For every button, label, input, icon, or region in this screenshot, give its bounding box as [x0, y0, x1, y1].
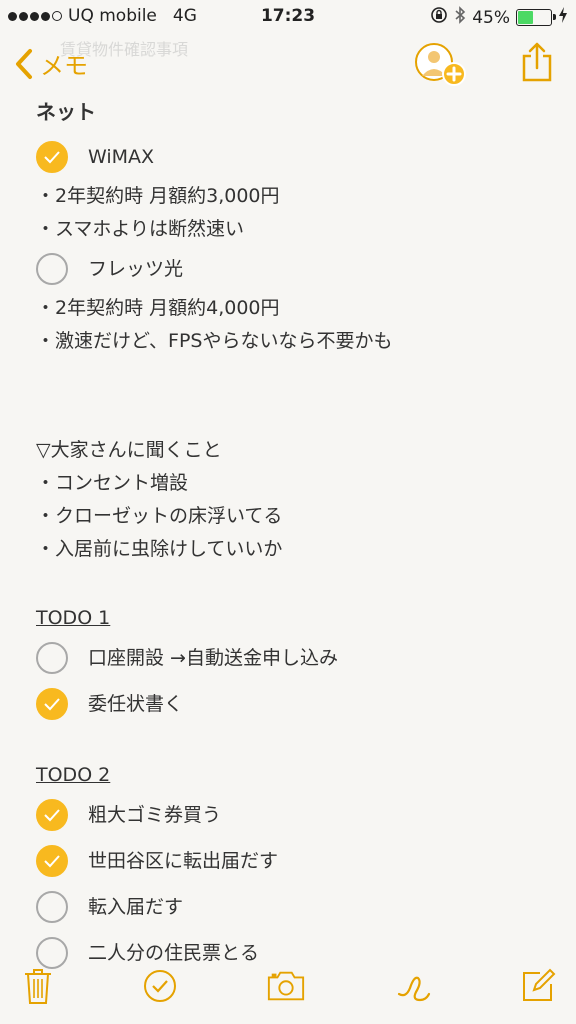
checkmark-icon — [44, 809, 60, 822]
note-body[interactable]: ネット WiMAX ・2年契約時 月額約3,000円 ・スマホよりは断然速い フ… — [36, 96, 552, 976]
checklist-item[interactable]: 委任状書く — [36, 681, 552, 727]
compose-icon — [523, 968, 556, 1001]
checklist-item-text: 委任状書く — [88, 692, 184, 715]
checkbox-unchecked[interactable] — [36, 891, 68, 923]
checkbox-checked[interactable] — [36, 845, 68, 877]
sketch-button[interactable] — [394, 964, 434, 1008]
todo1-title: TODO 1 — [36, 607, 111, 629]
checkbox-checked[interactable] — [36, 141, 68, 173]
todo2-title: TODO 2 — [36, 764, 111, 786]
back-label: メモ — [40, 52, 88, 80]
camera-icon — [267, 971, 305, 1001]
checklist-item[interactable]: 粗大ゴミ券買う — [36, 792, 552, 838]
note-line: ・クローゼットの床浮いてる — [36, 505, 283, 527]
checklist-button[interactable] — [140, 964, 180, 1008]
status-right: 45% — [430, 6, 568, 29]
checklist-item[interactable]: フレッツ光 — [36, 246, 552, 292]
bluetooth-icon — [454, 6, 466, 29]
note-line: ・2年契約時 月額約4,000円 — [36, 297, 280, 319]
chevron-left-icon — [16, 48, 32, 79]
checklist-item-text: 口座開設 →自動送金申し込み — [88, 646, 338, 669]
add-person-icon — [415, 43, 466, 86]
status-bar: UQ mobile 4G 17:23 45% — [0, 0, 576, 32]
checklist-item[interactable]: 口座開設 →自動送金申し込み — [36, 635, 552, 681]
note-line: ・2年契約時 月額約3,000円 — [36, 185, 280, 207]
sketch-icon — [397, 976, 431, 1002]
camera-button[interactable] — [266, 964, 306, 1008]
checkmark-icon — [44, 151, 60, 164]
compose-button[interactable] — [518, 964, 558, 1008]
checkbox-unchecked[interactable] — [36, 253, 68, 285]
checklist-item-text: 粗大ゴミ券買う — [88, 803, 222, 826]
note-line: ▽大家さんに聞くこと — [36, 439, 222, 461]
battery-percent: 45% — [472, 7, 510, 28]
delete-button[interactable] — [18, 964, 58, 1008]
checklist-item-text: フレッツ光 — [88, 257, 184, 280]
note-line: ・激速だけど、FPSやらないなら不要かも — [36, 330, 393, 352]
charging-icon — [558, 7, 568, 28]
share-button[interactable] — [520, 42, 554, 82]
checklist-item[interactable]: WiMAX — [36, 134, 552, 180]
checkmark-icon — [44, 855, 60, 868]
checklist-item[interactable]: 転入届だす — [36, 884, 552, 930]
checklist-item-text: WiMAX — [88, 145, 155, 168]
bottom-toolbar — [0, 952, 576, 1024]
checkbox-checked[interactable] — [36, 688, 68, 720]
checklist-item[interactable]: 世田谷区に転出届だす — [36, 838, 552, 884]
battery-icon — [516, 9, 556, 26]
checklist-item-text: 世田谷区に転出届だす — [88, 849, 279, 872]
share-icon — [522, 42, 552, 82]
back-button[interactable]: メモ — [14, 46, 88, 81]
checkbox-checked[interactable] — [36, 799, 68, 831]
checklist-item-text: 転入届だす — [88, 895, 184, 918]
note-line: ・入居前に虫除けしていいか — [36, 538, 283, 560]
checklist-icon — [144, 970, 176, 1002]
add-people-button[interactable] — [414, 42, 466, 86]
orientation-lock-icon — [430, 6, 448, 29]
checkmark-icon — [44, 698, 60, 711]
trash-icon — [25, 969, 51, 1004]
checkbox-unchecked[interactable] — [36, 642, 68, 674]
note-line: ・スマホよりは断然速い — [36, 218, 245, 240]
navigation-bar: 賃貸物件確認事項 メモ — [0, 36, 576, 92]
section-heading-net: ネット — [36, 100, 96, 124]
note-line: ・コンセント増設 — [36, 472, 189, 494]
